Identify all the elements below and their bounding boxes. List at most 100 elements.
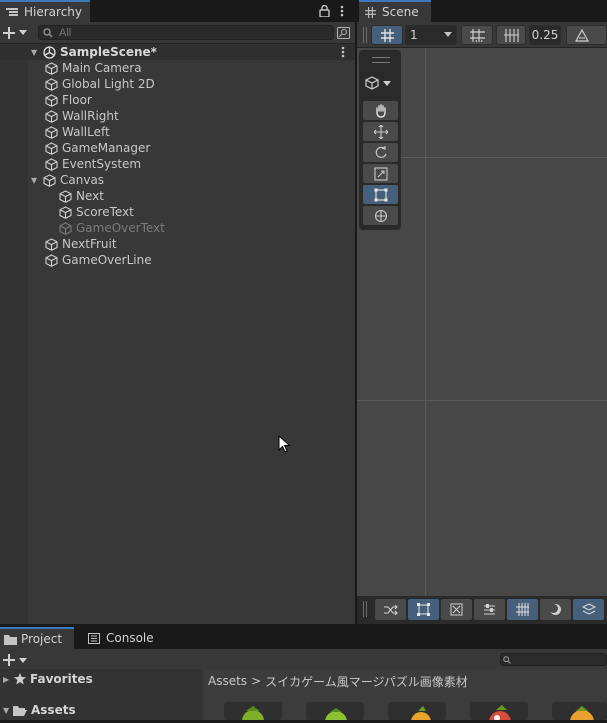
shading-button[interactable] [540,599,571,620]
hierarchy-search-input[interactable] [38,25,334,40]
asset-thumbnail[interactable] [552,702,607,723]
lock-icon[interactable] [319,5,330,17]
hierarchy-item[interactable]: NextFruit [0,236,355,252]
snap-increment-button[interactable] [461,25,493,45]
grid-size-value: 1 [410,28,418,42]
tab-project-label: Project [21,632,63,646]
asset-thumbnail[interactable] [224,702,282,723]
hierarchy-item[interactable]: GameOverLine [0,252,355,268]
hierarchy-item-label: Canvas [60,173,105,187]
hierarchy-item[interactable]: Global Light 2D [0,76,355,92]
asset-thumbnail[interactable] [470,702,528,723]
grid-line [425,48,426,596]
breadcrumb: Assets > スイカゲーム風マージパズル画像素材 [208,673,468,689]
shuffle-button[interactable] [375,599,406,620]
asset-thumbnail[interactable] [306,702,364,723]
expand-arrow-icon[interactable]: ▶ [3,675,12,684]
hierarchy-item-label: Floor [62,93,92,107]
fruit-sprite-icon [411,706,431,723]
rect-icon [417,603,430,616]
grid-snap-button[interactable] [507,599,538,620]
rotate-tool-button[interactable] [363,143,398,162]
splitter[interactable] [355,0,357,624]
increment-snap-button[interactable] [496,25,526,45]
breadcrumb-folder[interactable]: スイカゲーム風マージパズル画像素材 [265,673,468,690]
mouse-cursor-icon [278,435,291,453]
hand-tool-button[interactable] [363,101,398,120]
search-icon [503,656,511,664]
project-create-button[interactable] [3,654,29,666]
overlay-grip[interactable] [372,57,390,63]
grid-line [401,157,607,158]
hierarchy-item-label: NextFruit [62,237,117,251]
sprite-edit-button[interactable] [441,599,472,620]
tab-scene[interactable]: Scene [359,0,431,22]
hierarchy-item[interactable]: WallLeft [0,124,355,140]
more-icon[interactable] [340,5,344,17]
asset-thumbnail[interactable] [388,702,446,723]
fruit-sprite-icon [325,708,347,723]
hierarchy-item[interactable]: Next [0,188,355,204]
hierarchy-item[interactable]: EventSystem [0,156,355,172]
grid-size-field[interactable]: 1 [405,25,457,45]
breadcrumb-separator: > [251,674,262,688]
gameobject-cube-icon [59,221,72,235]
scene-row[interactable]: ▼ SampleScene* [0,44,355,60]
pivot-button[interactable] [474,599,505,620]
hierarchy-item[interactable]: GameOverText [0,220,355,236]
tool-context-dropdown[interactable] [365,74,397,92]
snap-lines-icon [503,28,519,42]
gameobject-cube-icon [43,173,56,187]
tab-hierarchy-label: Hierarchy [24,5,83,19]
caret-down-icon [19,657,27,663]
hierarchy-item[interactable]: GameManager [0,140,355,156]
grid-line [357,400,607,401]
tab-console[interactable]: Console [88,627,154,649]
hierarchy-item-label: GameOverLine [62,253,152,267]
tab-project[interactable]: Project [0,627,74,649]
assets-label: Assets [31,703,76,717]
breadcrumb-root[interactable]: Assets [208,674,247,688]
hierarchy-item-label: GameManager [62,141,151,155]
fruit-sprite-icon [489,705,511,723]
favorites-row[interactable]: ▶ Favorites [0,671,200,687]
move-icon [373,124,388,139]
hierarchy-item[interactable]: ScoreText [0,204,355,220]
snap-value-field[interactable]: 0.25 [529,25,561,45]
toolbar-grip[interactable] [363,601,367,617]
project-search-input[interactable] [500,653,607,666]
moon-icon [549,604,561,615]
snap-angle-button[interactable] [566,25,607,45]
layers-button[interactable] [573,599,604,620]
hierarchy-item[interactable]: Floor [0,92,355,108]
grid-icon [516,603,529,616]
expand-arrow-icon[interactable]: ▼ [3,706,12,715]
hierarchy-item-label: WallLeft [62,125,110,139]
hierarchy-item[interactable]: Main Camera [0,60,355,76]
console-icon [88,632,100,644]
search-filter-icon[interactable] [337,27,350,39]
create-dropdown-button[interactable] [3,26,29,40]
rotate-icon [375,145,387,158]
toolbar-grip[interactable] [363,27,367,43]
scale-tool-button[interactable] [363,164,398,183]
expand-arrow-icon[interactable]: ▼ [31,48,40,57]
shuffle-icon [383,604,398,615]
expand-arrow-icon[interactable]: ▼ [31,176,43,185]
hierarchy-item[interactable]: ▼ Canvas [0,172,355,188]
move-tool-button[interactable] [363,122,398,141]
hierarchy-item[interactable]: WallRight [0,108,355,124]
grid-toggle-button[interactable] [371,25,403,45]
scene-more-icon[interactable] [341,46,345,58]
hierarchy-item-label: Next [76,189,104,203]
search-icon [43,28,53,38]
gameobject-cube-icon [59,189,72,203]
assets-row[interactable]: ▼ Assets [0,702,200,718]
grid-icon [380,28,394,42]
hierarchy-item-label: Global Light 2D [62,77,155,91]
rect-select-button[interactable] [408,599,439,620]
rect-tool-button[interactable] [363,185,398,204]
transform-tool-button[interactable] [363,206,398,225]
hierarchy-item-label: WallRight [62,109,119,123]
tab-hierarchy[interactable]: Hierarchy [0,0,90,22]
